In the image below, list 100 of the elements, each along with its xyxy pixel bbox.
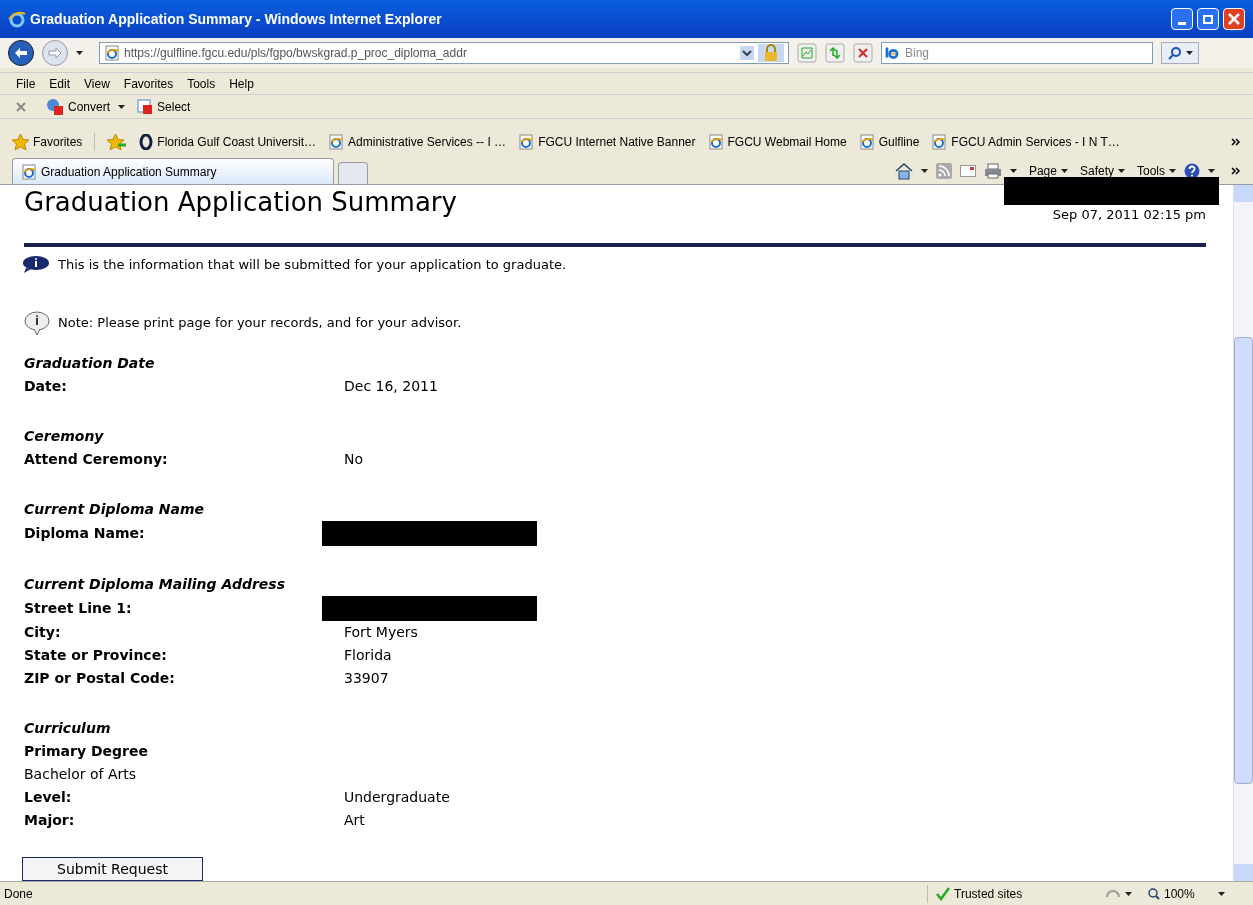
- browser-page-icon: [21, 163, 37, 180]
- back-arrow-icon: [14, 47, 28, 59]
- browser-logo-icon: [8, 10, 26, 28]
- search-icon: [1167, 46, 1182, 60]
- dropdown-icon[interactable]: [740, 46, 754, 60]
- menu-item[interactable]: File: [16, 74, 36, 93]
- search-button[interactable]: [1161, 42, 1199, 64]
- field-value: Dec 16, 2011: [344, 377, 438, 396]
- favorite-link[interactable]: Gulfline: [858, 133, 920, 151]
- menu-item[interactable]: Help: [229, 74, 254, 93]
- toolbar-menu-button[interactable]: Page: [1028, 162, 1068, 180]
- status-text: Done: [4, 885, 34, 903]
- favorite-link[interactable]: Florida Gulf Coast Universit…: [139, 133, 317, 151]
- select-button[interactable]: Select: [137, 97, 191, 116]
- add-favorite-icon[interactable]: [107, 134, 128, 150]
- close-toolbar-icon[interactable]: [16, 101, 26, 112]
- rss-feed-icon[interactable]: [935, 163, 952, 179]
- field-label: Level:: [24, 788, 73, 807]
- menu-item[interactable]: Favorites: [123, 74, 174, 93]
- field-label: Street Line 1:: [24, 599, 133, 618]
- caret-icon: [920, 169, 928, 173]
- browser-page-icon: [707, 134, 724, 150]
- submit-button[interactable]: Submit Request: [22, 857, 203, 881]
- field-label: ZIP or Postal Code:: [24, 669, 176, 688]
- zoom-button[interactable]: 100%: [1148, 884, 1218, 903]
- field-label: Primary Degree: [24, 742, 149, 761]
- scrollbar[interactable]: [1233, 185, 1253, 881]
- pdf-globe-icon: [46, 97, 64, 116]
- printer-icon[interactable]: [983, 163, 1002, 179]
- convert-button[interactable]: Convert: [46, 97, 111, 116]
- section-heading: Graduation Date: [24, 354, 156, 373]
- window-title: Graduation Application Summary - Windows Internet Explorer: [30, 9, 443, 29]
- caret-icon: [1218, 891, 1225, 896]
- field-label: Date:: [24, 377, 68, 396]
- browser-page-icon: [328, 134, 345, 150]
- back-button[interactable]: [8, 40, 34, 66]
- chevron-icon[interactable]: [1231, 167, 1241, 175]
- caret-icon: [1009, 169, 1017, 173]
- info-icon: [22, 255, 50, 274]
- caret-icon: [1118, 169, 1125, 173]
- close-icon: [1228, 13, 1240, 25]
- refresh-icon[interactable]: [825, 43, 845, 63]
- url-text: https://gulfline.fgcu.edu/pls/fgpo/bwskgrad.p_proc_diploma_addr: [124, 45, 468, 62]
- page-title: Graduation Application Summary: [24, 186, 457, 219]
- section-heading: Current Diploma Mailing Address: [24, 575, 286, 594]
- pdf-select-icon: [137, 98, 154, 115]
- minimize-button[interactable]: [1171, 8, 1193, 30]
- favorite-link[interactable]: FGCU Admin Services - I N T…: [931, 133, 1120, 151]
- restore-button[interactable]: [1197, 8, 1219, 30]
- field-value: No: [344, 450, 364, 469]
- browser-page-icon: [518, 134, 535, 150]
- section-heading: Current Diploma Name: [24, 500, 206, 519]
- toolbar-menu-button[interactable]: Tools: [1137, 162, 1176, 180]
- field-value: 33907: [344, 669, 389, 688]
- field-value: Art: [344, 811, 365, 830]
- favorite-link[interactable]: FGCU Internet Native Banner: [518, 133, 696, 151]
- caret-icon: [118, 104, 126, 109]
- favorites-button[interactable]: Favorites: [12, 133, 96, 151]
- new-tab-button[interactable]: [338, 162, 368, 184]
- favorite-link[interactable]: FGCU Webmail Home: [707, 133, 847, 151]
- checkmark-icon: [936, 886, 950, 901]
- field-label: Attend Ceremony:: [24, 450, 169, 469]
- caret-icon: [1185, 51, 1193, 55]
- browser-page-icon: [931, 134, 948, 150]
- university-logo-icon: [139, 134, 154, 150]
- field-value: Undergraduate: [344, 788, 450, 807]
- toolbar-menu-button[interactable]: Safety: [1079, 162, 1125, 180]
- zoom-icon: [1148, 887, 1160, 900]
- field-label: State or Province:: [24, 646, 168, 665]
- field-label: Major:: [24, 811, 76, 830]
- field-value: Florida: [344, 646, 392, 665]
- home-icon[interactable]: [894, 162, 913, 180]
- stop-icon[interactable]: [853, 43, 873, 63]
- forward-button[interactable]: [42, 40, 68, 66]
- caret-icon: [1169, 169, 1176, 173]
- browser-page-icon: [858, 134, 875, 150]
- address-field[interactable]: https://gulfline.fgcu.edu/pls/fgpo/bwskgrad.p_proc_diploma_addr: [99, 42, 789, 64]
- favorite-link[interactable]: Administrative Services -- I …: [328, 133, 507, 151]
- help-icon[interactable]: [1184, 163, 1200, 179]
- note-icon: [24, 310, 50, 336]
- chevron-icon[interactable]: [1231, 138, 1241, 146]
- field-value: Fort Myers: [344, 623, 418, 642]
- browser-page-icon: [104, 45, 120, 61]
- info-message: This is the information that will be submitted for your application to graduate.: [58, 255, 567, 274]
- section-heading: Ceremony: [24, 427, 105, 446]
- browser-tab[interactable]: Graduation Application Summary: [12, 158, 334, 184]
- forward-arrow-icon: [48, 47, 62, 59]
- field-label: City:: [24, 623, 62, 642]
- close-button[interactable]: [1223, 8, 1245, 30]
- note-message: Note: Please print page for your records, and for your advisor.: [58, 314, 462, 333]
- menu-item[interactable]: Tools: [187, 74, 216, 93]
- menu-item[interactable]: View: [84, 74, 110, 93]
- caret-icon: [76, 51, 83, 55]
- field-value: Bachelor of Arts: [24, 765, 138, 784]
- field-label: Diploma Name:: [24, 524, 146, 543]
- timestamp: Sep 07, 2011 02:15 pm: [1052, 206, 1206, 224]
- mail-icon[interactable]: [959, 165, 976, 177]
- menu-item[interactable]: Edit: [49, 74, 71, 93]
- caret-icon: [1208, 169, 1215, 173]
- caret-icon: [1125, 891, 1132, 896]
